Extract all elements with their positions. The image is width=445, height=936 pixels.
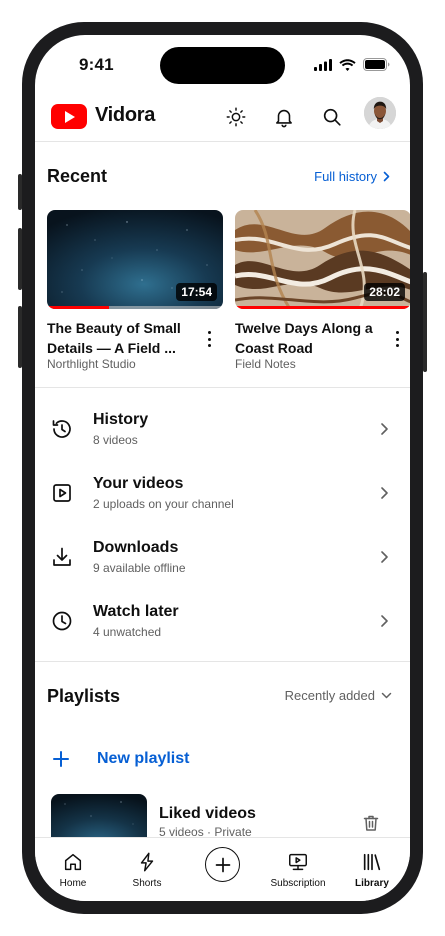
video-thumbnail[interactable]: 17:54 <box>47 210 223 309</box>
video-channel: Northlight Studio <box>47 357 136 371</box>
row-subtitle: 8 videos <box>93 433 138 447</box>
chevron-right-icon <box>383 171 390 182</box>
playlist-title[interactable]: Liked videos <box>159 805 256 823</box>
brand-name: Vidora <box>95 104 156 126</box>
app-screen: 9:41 Vidora Recent Full history 17:54 Th… <box>35 35 410 901</box>
avatar[interactable] <box>364 97 396 129</box>
nav-label: Shorts <box>132 878 162 889</box>
sort-label: Recently added <box>284 688 375 703</box>
row-downloads[interactable]: Downloads 9 available offline <box>35 525 410 589</box>
theme-toggle-button[interactable] <box>222 103 250 131</box>
nav-library[interactable]: Library <box>351 838 393 901</box>
plus-icon <box>53 751 69 767</box>
row-title: Your videos <box>93 475 184 492</box>
full-history-label: Full history <box>314 169 377 184</box>
new-playlist-label: New playlist <box>97 750 190 767</box>
watch-progress-bar <box>47 306 109 309</box>
download-icon <box>53 547 71 566</box>
row-subtitle: 4 unwatched <box>93 625 162 639</box>
sort-dropdown[interactable]: Recently added <box>285 688 392 703</box>
nav-subscriptions[interactable]: Subscription <box>263 838 333 901</box>
status-time: 9:41 <box>79 55 114 74</box>
header-divider <box>35 141 410 142</box>
create-icon <box>215 857 230 872</box>
search-icon <box>323 108 341 126</box>
cellular-signal-icon <box>314 58 332 71</box>
playlists-title: Playlists <box>47 686 121 706</box>
home-icon <box>64 853 82 871</box>
video-thumbnail[interactable]: 28:02 <box>235 210 410 309</box>
app-logo[interactable] <box>51 104 87 129</box>
row-title: History <box>93 411 149 428</box>
your-videos-icon <box>53 484 71 502</box>
search-button[interactable] <box>318 103 346 131</box>
row-subtitle: 9 available offline <box>93 561 186 575</box>
bell-icon <box>276 109 292 128</box>
sun-icon <box>226 107 246 127</box>
bottom-nav: Home Shorts Subscription Library <box>35 837 410 901</box>
nav-shorts[interactable]: Shorts <box>125 838 169 901</box>
chevron-right-icon <box>381 423 388 435</box>
full-history-link[interactable]: Full history <box>314 169 390 184</box>
row-watch-later[interactable]: Watch later 4 unwatched <box>35 589 410 653</box>
video-title[interactable]: Twelve Days Along a Coast Road <box>235 318 385 358</box>
recent-title: Recent <box>47 166 108 186</box>
library-divider <box>35 661 410 662</box>
status-icons <box>314 58 390 71</box>
clock-icon <box>52 611 72 631</box>
row-title: Watch later <box>93 603 179 620</box>
create-button[interactable] <box>205 847 240 882</box>
video-channel: Field Notes <box>235 357 296 371</box>
nav-home[interactable]: Home <box>55 838 91 901</box>
shorts-icon <box>140 852 154 872</box>
nav-label: Home <box>59 878 87 889</box>
new-playlist-button[interactable]: New playlist <box>51 747 189 771</box>
video-more-button[interactable] <box>203 331 215 347</box>
avatar-image <box>364 97 396 129</box>
video-title[interactable]: The Beauty of Small Details — A Field ..… <box>47 318 197 358</box>
nav-label: Library <box>355 878 389 889</box>
chevron-right-icon <box>381 615 388 627</box>
video-duration: 17:54 <box>176 283 217 301</box>
subscriptions-icon <box>289 853 307 871</box>
chevron-right-icon <box>381 551 388 563</box>
wifi-icon <box>339 58 356 71</box>
notifications-button[interactable] <box>270 103 298 131</box>
battery-icon <box>363 58 390 71</box>
trash-icon[interactable] <box>361 813 381 833</box>
chevron-right-icon <box>381 487 388 499</box>
row-your-videos[interactable]: Your videos 2 uploads on your channel <box>35 461 410 525</box>
row-title: Downloads <box>93 539 179 556</box>
app-header: Vidora <box>35 97 410 141</box>
row-subtitle: 2 uploads on your channel <box>93 497 234 511</box>
library-icon <box>363 853 381 871</box>
chevron-down-icon <box>381 692 392 699</box>
power-button <box>423 272 427 372</box>
history-icon <box>52 420 71 438</box>
dynamic-island <box>160 47 285 84</box>
nav-label: Subscription <box>270 878 326 889</box>
row-history[interactable]: History 8 videos <box>35 397 410 461</box>
video-more-button[interactable] <box>391 331 403 347</box>
watch-progress-bar <box>235 306 410 309</box>
video-duration: 28:02 <box>364 283 405 301</box>
recent-divider <box>35 387 410 388</box>
